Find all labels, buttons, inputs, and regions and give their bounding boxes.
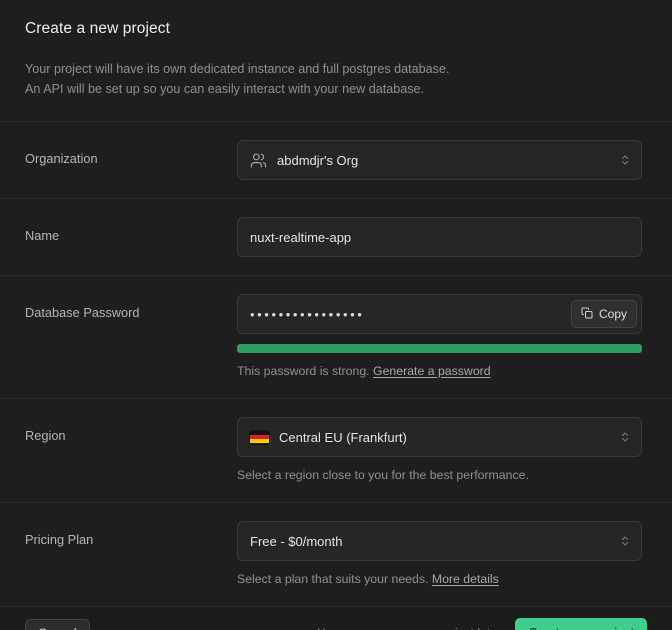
copy-icon	[581, 307, 593, 322]
organization-label: Organization	[25, 151, 98, 166]
name-control: nuxt-realtime-app	[237, 217, 647, 257]
rename-hint-text: You can rename your project later	[317, 626, 501, 630]
password-helper: This password is strong. Generate a pass…	[237, 363, 642, 380]
more-details-link[interactable]: More details	[432, 572, 499, 586]
dialog-header: Create a new project Your project will h…	[0, 0, 672, 121]
name-input[interactable]: nuxt-realtime-app	[250, 230, 351, 245]
copy-button-label: Copy	[598, 307, 627, 321]
password-strength-text: This password is strong.	[237, 364, 370, 378]
name-input-wrapper[interactable]: nuxt-realtime-app	[237, 217, 642, 257]
project-form: Organization abdmdjr's Org Name nuxt-rea…	[0, 121, 672, 606]
region-select[interactable]: Central EU (Frankfurt)	[237, 417, 642, 457]
region-control: Central EU (Frankfurt) Select a region c…	[237, 417, 647, 484]
create-project-dialog: Create a new project Your project will h…	[0, 0, 672, 630]
pricing-plan-value: Free - $0/month	[250, 533, 343, 549]
footer-actions: You can rename your project later Create…	[317, 618, 647, 630]
region-value: Central EU (Frankfurt)	[279, 429, 407, 445]
form-row-name: Name nuxt-realtime-app	[0, 198, 672, 275]
region-label: Region	[25, 428, 66, 443]
form-row-organization: Organization abdmdjr's Org	[0, 121, 672, 198]
password-strength-fill	[237, 344, 642, 353]
cancel-button[interactable]: Cancel	[25, 618, 90, 630]
name-label: Name	[25, 228, 60, 243]
pricing-plan-helper: Select a plan that suits your needs. Mor…	[237, 571, 642, 588]
chevron-up-down-icon	[619, 153, 631, 168]
users-icon	[250, 152, 267, 169]
organization-select[interactable]: abdmdjr's Org	[237, 140, 642, 180]
flag-de-icon	[250, 430, 269, 444]
database-password-label: Database Password	[25, 305, 140, 320]
chevron-up-down-icon	[619, 534, 631, 549]
organization-control: abdmdjr's Org	[237, 140, 647, 180]
form-row-database-password: Database Password •••••••••••••••• Copy	[0, 275, 672, 398]
form-row-pricing-plan: Pricing Plan Free - $0/month Select a pl…	[0, 502, 672, 606]
dialog-description-line-1: Your project will have its own dedicated…	[25, 62, 450, 76]
region-helper-text: Select a region close to you for the bes…	[237, 468, 529, 482]
pricing-plan-select[interactable]: Free - $0/month	[237, 521, 642, 561]
create-new-project-button[interactable]: Create new project	[515, 618, 647, 630]
generate-password-link[interactable]: Generate a password	[373, 364, 491, 378]
form-row-region: Region Central EU (Frankfurt) Select a r…	[0, 398, 672, 502]
copy-password-button[interactable]: Copy	[570, 300, 637, 328]
password-input-wrapper[interactable]: •••••••••••••••• Copy	[237, 294, 642, 334]
dialog-footer: Cancel You can rename your project later…	[0, 606, 672, 630]
pricing-plan-control: Free - $0/month Select a plan that suits…	[237, 521, 647, 588]
pricing-plan-label: Pricing Plan	[25, 532, 94, 547]
page-title: Create a new project	[25, 20, 171, 37]
password-strength-bar	[237, 344, 642, 353]
organization-value: abdmdjr's Org	[277, 152, 359, 168]
password-input[interactable]: ••••••••••••••••	[250, 308, 571, 321]
dialog-description-line-2: An API will be set up so you can easily …	[25, 82, 425, 96]
chevron-up-down-icon	[619, 430, 631, 445]
database-password-control: •••••••••••••••• Copy This password is s…	[237, 294, 647, 380]
pricing-plan-helper-text: Select a plan that suits your needs.	[237, 572, 429, 586]
